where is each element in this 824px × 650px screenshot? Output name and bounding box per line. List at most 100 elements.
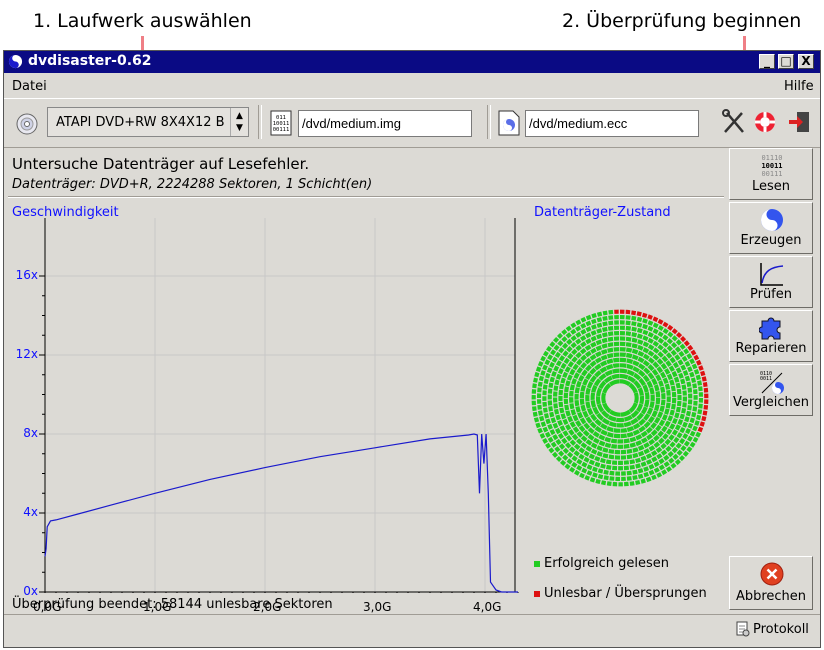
disc-sector-read — [607, 347, 614, 353]
disc-sector-unreadable — [631, 310, 637, 316]
disc-sector-read — [692, 436, 699, 443]
disc-sector-read — [682, 402, 687, 408]
disc-sector-read — [652, 328, 659, 335]
disc-sector-read — [668, 365, 675, 372]
disc-sector-read — [631, 337, 638, 343]
disc-sector-read — [592, 466, 598, 473]
disc-sector-read — [555, 438, 562, 446]
disc-sector-read — [675, 382, 681, 389]
menu-bar: Datei Hilfe — [4, 73, 820, 97]
quit-icon[interactable] — [787, 110, 811, 134]
disc-sector-read — [567, 415, 574, 423]
disc-sector-read — [570, 322, 577, 329]
disc-sector-read — [657, 337, 665, 344]
disc-sector-read — [682, 433, 689, 440]
disc-sector-read — [533, 377, 538, 383]
disc-sector-read — [605, 364, 614, 370]
disc-sector-read — [585, 394, 590, 402]
disc-sector-read — [664, 368, 671, 375]
drive-select[interactable]: ATAPI DVD+RW 8X4X12 B ▲ ▼ — [47, 107, 249, 137]
disc-sector-read — [563, 398, 569, 405]
disc-sector-read — [698, 386, 703, 392]
disc-sector-read — [636, 333, 643, 339]
disc-sector-read — [643, 466, 649, 472]
disc-sector-read — [560, 362, 567, 370]
disc-sector-read — [682, 396, 688, 402]
disc-sector-read — [623, 438, 630, 444]
disc-sector-read — [694, 420, 700, 426]
disc-sector-read — [569, 397, 574, 403]
disc-sector-read — [558, 443, 566, 450]
verify-button[interactable]: Prüfen — [729, 256, 813, 308]
maximize-button[interactable]: □ — [778, 54, 794, 69]
disc-sector-read — [542, 390, 547, 396]
legend-bad-label: Unlesbar / Übersprungen — [544, 586, 707, 601]
disc-sector-read — [542, 396, 547, 401]
repair-button[interactable]: Reparieren — [729, 310, 813, 362]
disc-sector-read — [657, 331, 664, 338]
read-button[interactable]: 01110 10011 00111 Lesen — [729, 148, 813, 200]
disc-sector-read — [642, 341, 650, 348]
x-tick-label: 4,0G — [473, 600, 502, 614]
disc-sector-read — [687, 399, 693, 405]
disc-sector-read — [613, 433, 620, 439]
disc-sector-read — [606, 432, 614, 438]
image-path-field[interactable] — [298, 110, 472, 137]
disc-sector-read — [570, 335, 577, 342]
status-message: Untersuche Datenträger auf Lesefehler. — [12, 155, 310, 173]
disc-sector-read — [576, 366, 583, 374]
disc-sector-read — [682, 450, 689, 457]
disc-sector-read — [614, 449, 620, 455]
disc-sector-read — [539, 433, 546, 439]
disc-sector-read — [655, 446, 663, 453]
minimize-button[interactable]: _ — [759, 54, 775, 69]
disc-sector-read — [671, 370, 678, 378]
log-button[interactable]: Protokoll — [730, 619, 814, 641]
create-button[interactable]: Erzeugen — [729, 202, 813, 254]
image-file-icon[interactable]: 011 10011 00111 — [270, 110, 292, 136]
disc-sector-read — [676, 400, 682, 407]
disc-sector-read — [632, 360, 640, 367]
disc-sector-read — [594, 357, 602, 364]
disc-sector-read — [687, 405, 692, 411]
disc-sector-unreadable — [699, 421, 705, 427]
ecc-path-field[interactable] — [525, 110, 699, 137]
disc-sector-read — [595, 345, 603, 352]
disc-sector-read — [578, 453, 585, 460]
disc-sector-read — [547, 388, 553, 394]
disc-sector-read — [665, 445, 672, 452]
disc-sector-read — [578, 374, 585, 382]
disc-sector-read — [672, 418, 678, 425]
disc-sector-read — [625, 325, 631, 331]
cancel-button[interactable]: Abbrechen — [729, 556, 813, 610]
title-bar[interactable]: dvdisaster-0.62 _ □ X — [4, 51, 820, 73]
compare-button[interactable]: 0110 0011 Vergleichen — [729, 364, 813, 416]
disc-sector-read — [563, 357, 570, 365]
help-icon[interactable] — [753, 110, 777, 134]
disc-sector-read — [660, 371, 667, 379]
disc-sector-read — [609, 470, 615, 476]
disc-sector-read — [620, 433, 627, 439]
disc-sector-read — [691, 412, 697, 418]
close-button[interactable]: X — [798, 54, 814, 69]
disc-sector-read — [569, 439, 577, 446]
disc-sector-read — [661, 393, 666, 399]
disc-sector-read — [569, 390, 574, 397]
verify-label: Prüfen — [749, 287, 792, 302]
disc-sector-read — [583, 456, 590, 463]
disc-sector-read — [555, 373, 562, 380]
disc-sector-read — [666, 373, 673, 381]
disc-sector-read — [538, 375, 544, 382]
disc-sector-read — [629, 481, 635, 486]
ecc-file-icon[interactable] — [498, 110, 520, 136]
disc-sector-read — [596, 445, 603, 452]
disc-sector-read — [638, 450, 645, 457]
disc-sector-read — [625, 342, 632, 347]
disc-sector-read — [623, 460, 630, 465]
main-panel: Untersuche Datenträger auf Lesefehler. D… — [4, 148, 724, 614]
disc-sector-read — [549, 341, 556, 348]
disc-sector-read — [615, 471, 620, 476]
preferences-icon[interactable] — [722, 109, 746, 135]
menu-help[interactable]: Hilfe — [784, 79, 814, 94]
menu-file[interactable]: Datei — [12, 79, 47, 94]
